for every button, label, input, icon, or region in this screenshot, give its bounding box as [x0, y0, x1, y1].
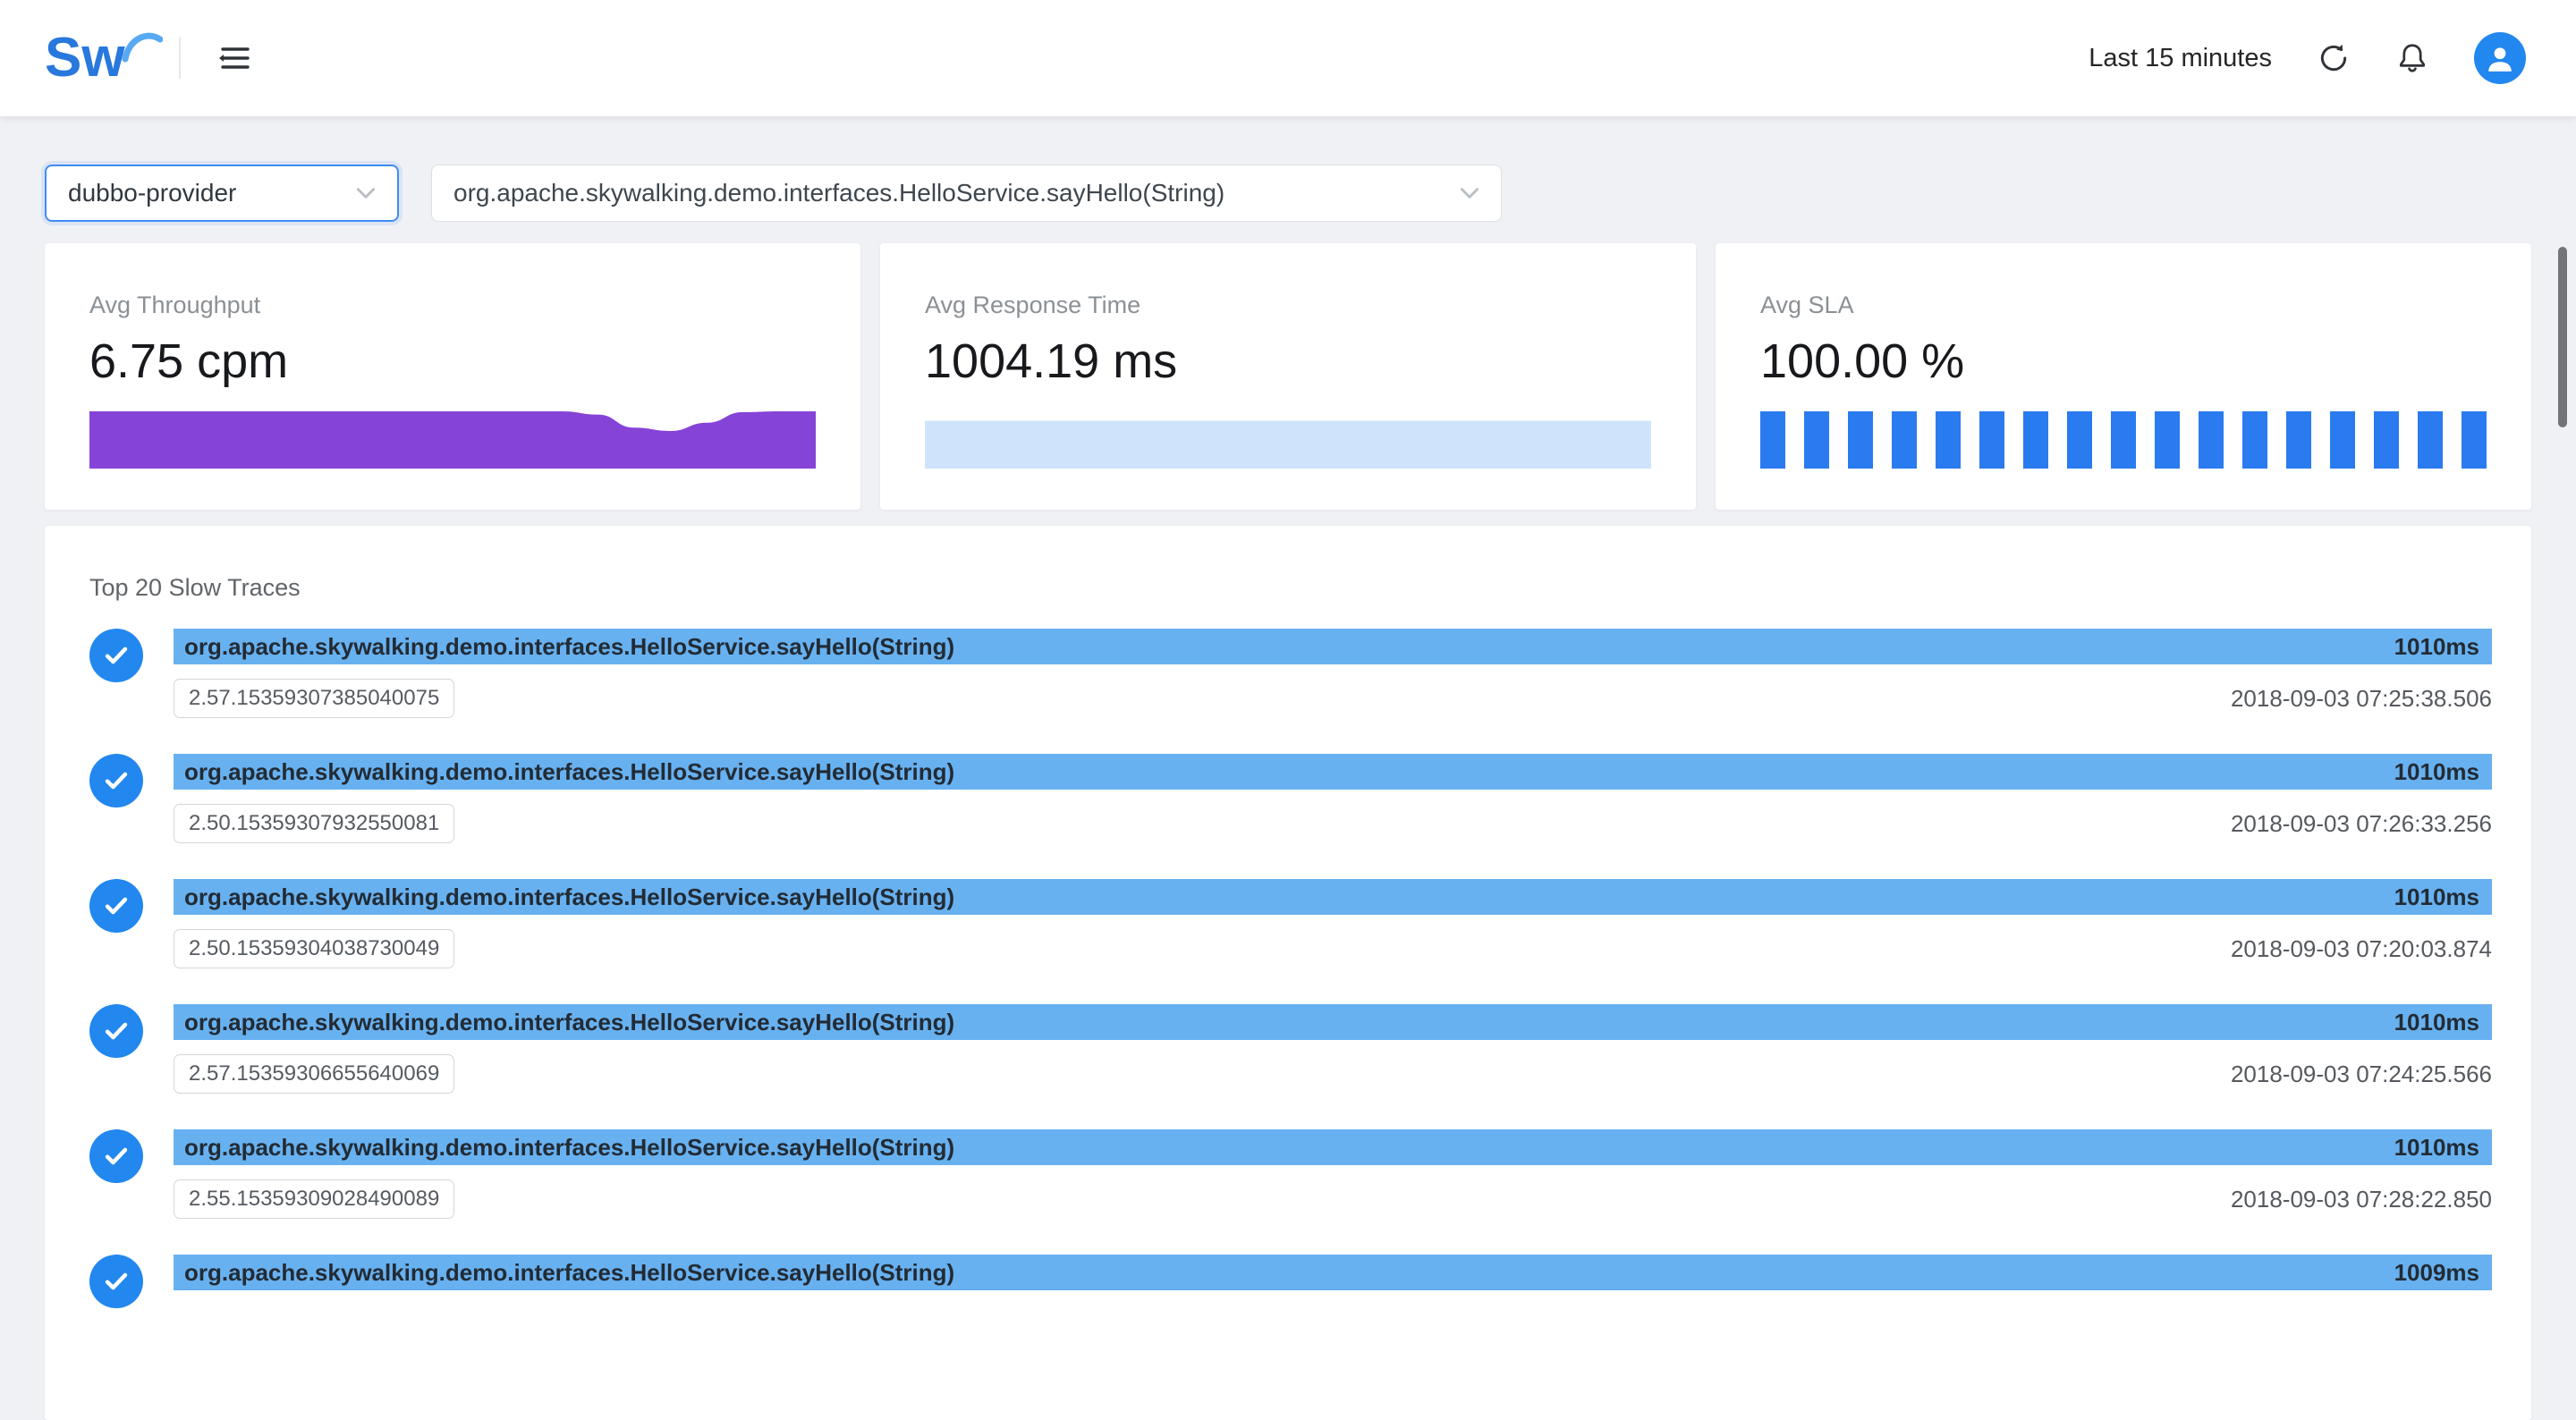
trace-id-tag: 2.50.15359304038730049	[174, 929, 454, 968]
trace-duration-bar[interactable]: org.apache.skywalking.demo.interfaces.He…	[174, 629, 2492, 664]
notifications-bell-icon[interactable]	[2395, 41, 2429, 75]
trace-id-tag: 2.55.15359309028490089	[174, 1179, 454, 1219]
time-range-label[interactable]: Last 15 minutes	[2089, 44, 2272, 73]
trace-selected-check-icon[interactable]	[89, 629, 143, 682]
trace-duration-bar[interactable]: org.apache.skywalking.demo.interfaces.He…	[174, 1129, 2492, 1165]
top-bar-right: Last 15 minutes	[2089, 32, 2526, 84]
trace-endpoint-label: org.apache.skywalking.demo.interfaces.He…	[184, 883, 954, 911]
trace-meta-row: 2.57.15359306655640069 2018-09-03 07:24:…	[174, 1054, 2492, 1094]
trace-endpoint-label: org.apache.skywalking.demo.interfaces.He…	[184, 1009, 954, 1036]
trace-duration-label: 1009ms	[2394, 1259, 2479, 1287]
trace-meta-row: 2.55.15359309028490089 2018-09-03 07:28:…	[174, 1179, 2492, 1219]
card-value: 6.75 cpm	[89, 334, 816, 389]
trace-duration-bar[interactable]: org.apache.skywalking.demo.interfaces.He…	[174, 1255, 2492, 1290]
logo-divider	[179, 38, 181, 79]
trace-meta-row: 2.50.15359307932550081 2018-09-03 07:26:…	[174, 804, 2492, 843]
trace-duration-label: 1010ms	[2394, 1009, 2479, 1036]
trace-timestamp: 2018-09-03 07:28:22.850	[2231, 1186, 2492, 1213]
top-bar: Sw Last 15 minutes	[0, 0, 2576, 116]
trace-selected-check-icon[interactable]	[89, 879, 143, 933]
trace-row-main: org.apache.skywalking.demo.interfaces.He…	[174, 629, 2492, 718]
throughput-area-chart	[89, 411, 816, 469]
trace-meta-row: 2.57.15359307385040075 2018-09-03 07:25:…	[174, 679, 2492, 718]
card-value: 100.00 %	[1760, 334, 2487, 389]
trace-timestamp: 2018-09-03 07:24:25.566	[2231, 1061, 2492, 1088]
scrollbar[interactable]	[2558, 247, 2567, 427]
trace-duration-bar[interactable]: org.apache.skywalking.demo.interfaces.He…	[174, 879, 2492, 915]
trace-row: org.apache.skywalking.demo.interfaces.He…	[89, 879, 2492, 968]
trace-id-tag: 2.57.15359307385040075	[174, 679, 454, 718]
top-bar-left: Sw	[45, 30, 254, 86]
trace-timestamp: 2018-09-03 07:26:33.256	[2231, 810, 2492, 838]
trace-timestamp: 2018-09-03 07:25:38.506	[2231, 685, 2492, 713]
chevron-down-icon	[354, 182, 377, 205]
trace-row-main: org.apache.skywalking.demo.interfaces.He…	[174, 1129, 2492, 1219]
person-icon	[2485, 43, 2515, 73]
refresh-button[interactable]	[2317, 41, 2351, 75]
endpoint-select[interactable]: org.apache.skywalking.demo.interfaces.He…	[431, 165, 1502, 222]
menu-toggle-icon[interactable]	[216, 39, 254, 77]
skywalking-logo[interactable]: Sw	[45, 30, 163, 86]
user-avatar[interactable]	[2474, 32, 2526, 84]
trace-endpoint-label: org.apache.skywalking.demo.interfaces.He…	[184, 758, 954, 786]
trace-id-tag: 2.50.15359307932550081	[174, 804, 454, 843]
trace-row: org.apache.skywalking.demo.interfaces.He…	[89, 1255, 2492, 1344]
slow-traces-panel: Top 20 Slow Traces org.apache.skywalking…	[45, 526, 2531, 1420]
skywalking-dashboard: Sw Last 15 minutes	[0, 0, 2576, 1420]
trace-duration-label: 1010ms	[2394, 758, 2479, 786]
trace-duration-label: 1010ms	[2394, 633, 2479, 661]
service-select[interactable]: dubbo-provider	[45, 165, 399, 222]
logo-text: Sw	[45, 30, 125, 86]
trace-duration-bar[interactable]: org.apache.skywalking.demo.interfaces.He…	[174, 1004, 2492, 1040]
trace-list: org.apache.skywalking.demo.interfaces.He…	[89, 629, 2492, 1344]
trace-selected-check-icon[interactable]	[89, 1255, 143, 1308]
trace-duration-label: 1010ms	[2394, 1134, 2479, 1162]
avg-sla-card: Avg SLA 100.00 %	[1716, 243, 2531, 510]
trace-selected-check-icon[interactable]	[89, 1004, 143, 1058]
trace-meta-row	[174, 1305, 2492, 1344]
trace-row: org.apache.skywalking.demo.interfaces.He…	[89, 754, 2492, 843]
sla-bar-chart	[1760, 411, 2487, 469]
card-title: Avg Throughput	[89, 292, 816, 319]
card-title: Avg Response Time	[925, 292, 1651, 319]
trace-duration-bar[interactable]: org.apache.skywalking.demo.interfaces.He…	[174, 754, 2492, 790]
avg-throughput-card: Avg Throughput 6.75 cpm	[45, 243, 860, 510]
trace-row-main: org.apache.skywalking.demo.interfaces.He…	[174, 754, 2492, 843]
trace-endpoint-label: org.apache.skywalking.demo.interfaces.He…	[184, 1134, 954, 1162]
endpoint-select-value: org.apache.skywalking.demo.interfaces.He…	[453, 179, 1224, 207]
logo-swoosh-icon	[122, 29, 163, 64]
trace-duration-label: 1010ms	[2394, 883, 2479, 911]
trace-selected-check-icon[interactable]	[89, 1129, 143, 1183]
trace-row: org.apache.skywalking.demo.interfaces.He…	[89, 629, 2492, 718]
service-select-value: dubbo-provider	[68, 179, 236, 207]
trace-meta-row: 2.50.15359304038730049 2018-09-03 07:20:…	[174, 929, 2492, 968]
trace-row: org.apache.skywalking.demo.interfaces.He…	[89, 1004, 2492, 1094]
trace-row-main: org.apache.skywalking.demo.interfaces.He…	[174, 1004, 2492, 1094]
trace-row-main: org.apache.skywalking.demo.interfaces.He…	[174, 879, 2492, 968]
metric-cards-row: Avg Throughput 6.75 cpm Avg Response Tim…	[45, 243, 2531, 510]
trace-row-main: org.apache.skywalking.demo.interfaces.He…	[174, 1255, 2492, 1344]
filter-row: dubbo-provider org.apache.skywalking.dem…	[45, 165, 2531, 222]
response-time-area-chart	[925, 411, 1651, 469]
trace-endpoint-label: org.apache.skywalking.demo.interfaces.He…	[184, 633, 954, 661]
trace-selected-check-icon[interactable]	[89, 754, 143, 807]
card-value: 1004.19 ms	[925, 334, 1651, 389]
trace-id-tag: 2.57.15359306655640069	[174, 1054, 454, 1094]
chevron-down-icon	[1458, 182, 1481, 205]
trace-endpoint-label: org.apache.skywalking.demo.interfaces.He…	[184, 1259, 954, 1287]
trace-timestamp: 2018-09-03 07:20:03.874	[2231, 935, 2492, 963]
trace-row: org.apache.skywalking.demo.interfaces.He…	[89, 1129, 2492, 1219]
avg-response-time-card: Avg Response Time 1004.19 ms	[880, 243, 1696, 510]
slow-traces-title: Top 20 Slow Traces	[89, 574, 2492, 602]
card-title: Avg SLA	[1760, 292, 2487, 319]
